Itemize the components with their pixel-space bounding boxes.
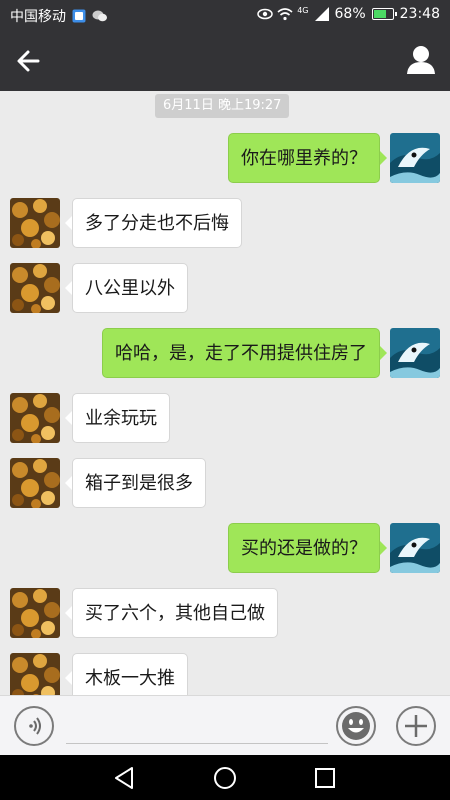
battery-percent-label: 68% [334, 6, 366, 22]
back-triangle-icon[interactable] [112, 765, 138, 791]
emoji-icon[interactable] [336, 706, 376, 746]
contact-avatar[interactable] [10, 653, 60, 695]
incoming-message: 箱子到是很多 [0, 458, 450, 508]
status-right: 4G 68% 23:48 [257, 6, 440, 22]
contact-avatar[interactable] [10, 393, 60, 443]
battery-fill [373, 10, 386, 18]
status-left: 中国移动 [10, 6, 107, 26]
message-bubble[interactable]: 买了六个，其他自己做 [65, 588, 278, 638]
notification-app-icon [72, 9, 86, 23]
message-bubble[interactable]: 买的还是做的？ [228, 523, 387, 573]
input-bar [0, 695, 450, 755]
contact-avatar[interactable] [10, 458, 60, 508]
voice-icon[interactable] [14, 706, 54, 746]
system-nav-bar [0, 755, 450, 800]
incoming-message: 业余玩玩 [0, 393, 450, 443]
home-circle-icon[interactable] [212, 765, 238, 791]
message-bubble[interactable]: 多了分走也不后悔 [65, 198, 242, 248]
incoming-message: 木板一大推 [0, 653, 450, 695]
incoming-message: 多了分走也不后悔 [0, 198, 450, 248]
message-bubble[interactable]: 木板一大推 [65, 653, 188, 695]
chat-header [0, 30, 450, 91]
message-bubble[interactable]: 业余玩玩 [65, 393, 170, 443]
contact-avatar[interactable] [10, 198, 60, 248]
my-avatar[interactable] [390, 133, 440, 183]
plus-icon[interactable] [396, 706, 436, 746]
incoming-message: 八公里以外 [0, 263, 450, 313]
message-input[interactable] [66, 708, 328, 744]
my-avatar[interactable] [390, 328, 440, 378]
message-bubble[interactable]: 你在哪里养的？ [228, 133, 387, 183]
chat-area[interactable]: 6月11日 晚上19:27 你在哪里养的？ 多了分走也不后悔 八公里以外哈哈，是，走… [0, 91, 450, 695]
signal-icon [314, 7, 329, 21]
outgoing-message: 你在哪里养的？ [0, 133, 450, 183]
outgoing-message: 哈哈，是，走了不用提供住房了 [0, 328, 450, 378]
wifi-icon [277, 7, 293, 21]
profile-icon[interactable] [406, 44, 436, 76]
contact-avatar[interactable] [10, 263, 60, 313]
contact-avatar[interactable] [10, 588, 60, 638]
status-bar: 中国移动 4G 68% 23:48 [0, 0, 450, 30]
my-avatar[interactable] [390, 523, 440, 573]
back-arrow-icon[interactable] [14, 46, 46, 76]
network-type-label: 4G [297, 5, 309, 15]
battery-icon [371, 8, 397, 20]
clock-label: 23:48 [399, 6, 440, 22]
outgoing-message: 买的还是做的？ [0, 523, 450, 573]
message-bubble[interactable]: 箱子到是很多 [65, 458, 206, 508]
carrier-label: 中国移动 [10, 9, 66, 25]
message-bubble[interactable]: 哈哈，是，走了不用提供住房了 [102, 328, 387, 378]
message-timestamp: 6月11日 晚上19:27 [155, 94, 290, 118]
recents-square-icon[interactable] [312, 765, 338, 791]
incoming-message: 买了六个，其他自己做 [0, 588, 450, 638]
message-bubble[interactable]: 八公里以外 [65, 263, 188, 313]
eye-icon [257, 7, 273, 21]
wechat-notification-icon [92, 9, 107, 23]
